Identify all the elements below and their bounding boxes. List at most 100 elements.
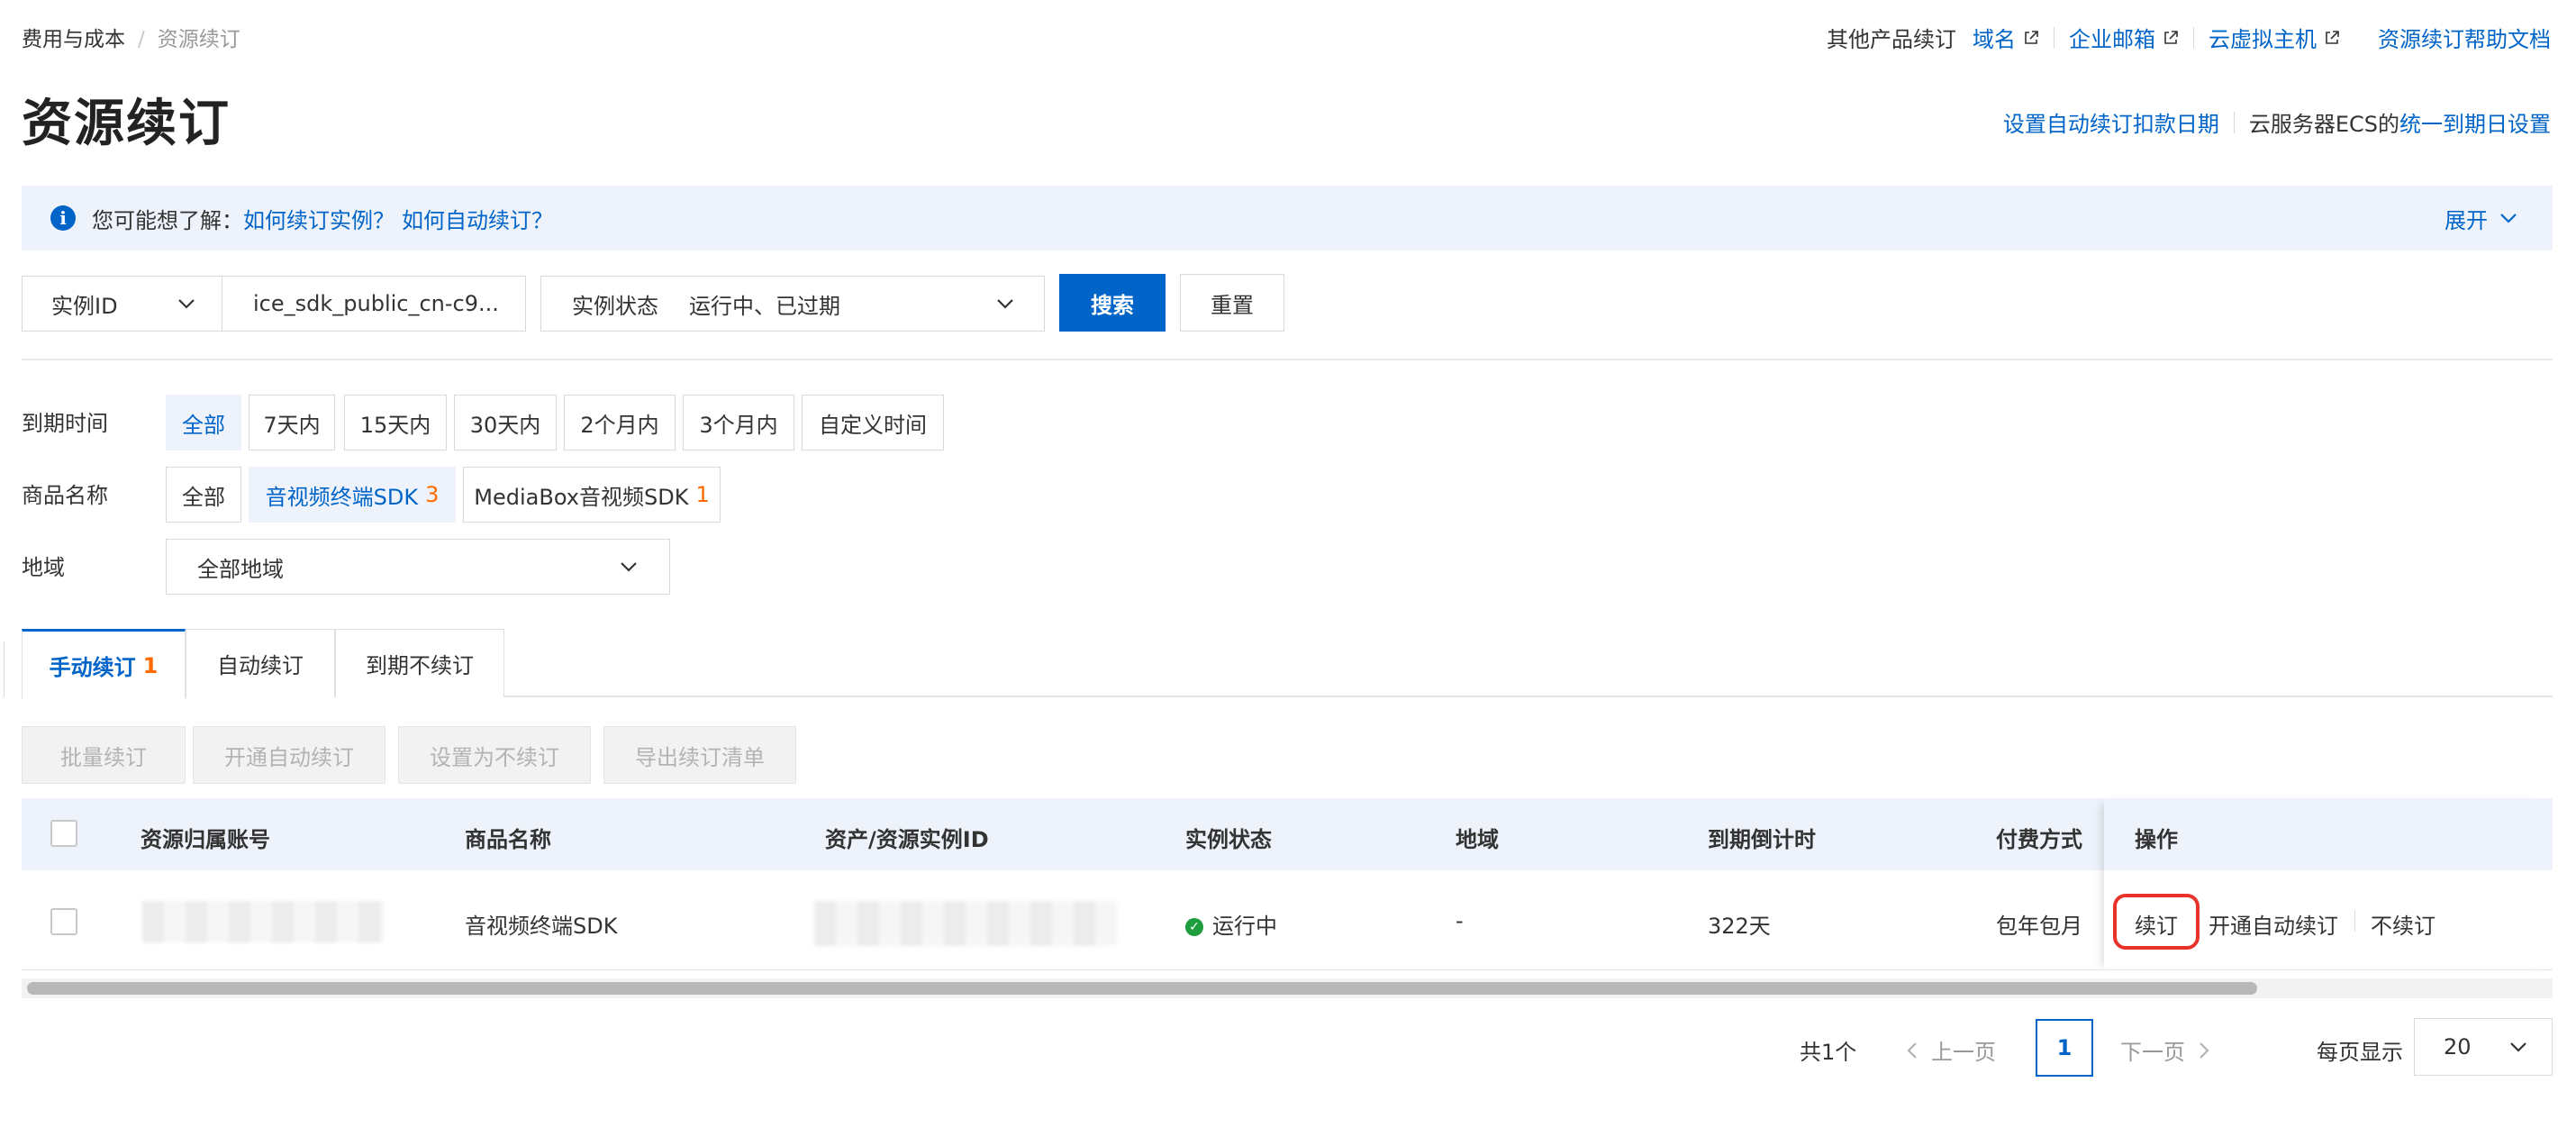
expand-label: 展开: [2444, 207, 2488, 233]
next-page-label: 下一页: [2120, 1040, 2185, 1065]
product-option-mediabox[interactable]: MediaBox音视频SDK 1: [463, 467, 721, 523]
chevron-left-icon: [1907, 1041, 1917, 1059]
row-status: ✓ 运行中: [1185, 908, 1277, 940]
expire-option-3m[interactable]: 3个月内: [683, 395, 794, 450]
divider: [2354, 910, 2355, 932]
search-field-select-value: 实例ID: [51, 293, 118, 319]
unified-expiry-link[interactable]: 统一到期日设置: [2399, 106, 2551, 138]
enable-auto-renew-link[interactable]: 开通自动续订: [2209, 908, 2338, 940]
product-option-sdk-label: 音视频终端SDK: [265, 484, 419, 510]
instance-status-select[interactable]: 实例状态 运行中、已过期: [540, 276, 1045, 332]
how-to-auto-renew-link[interactable]: 如何自动续订？: [402, 203, 553, 234]
column-header-payment: 付费方式: [1996, 827, 2082, 852]
expand-button[interactable]: 展开: [2444, 203, 2520, 234]
auto-deduct-date-link[interactable]: 设置自动续订扣款日期: [2003, 106, 2219, 138]
column-header-instance-id: 资产/资源实例ID: [825, 827, 989, 852]
section-divider: [22, 359, 2553, 360]
tab-auto-renew[interactable]: 自动续订: [186, 629, 335, 697]
banner-prefix: 您可能想了解：: [92, 207, 243, 233]
expire-option-30d[interactable]: 30天内: [454, 395, 557, 450]
renew-highlight-annotation: [2113, 894, 2200, 950]
region-select[interactable]: 全部地域: [166, 539, 670, 595]
enable-auto-renew-button[interactable]: 开通自动续订: [193, 726, 385, 784]
instance-status-label: 实例状态: [572, 293, 658, 319]
region-label: 地域: [22, 555, 65, 580]
instance-id-redacted: [814, 901, 1117, 946]
left-edge-marker: [0, 641, 5, 697]
row-payment: 包年包月: [1996, 914, 2082, 939]
page-title: 资源续订: [22, 95, 231, 153]
divider: [2233, 111, 2235, 133]
external-link-icon: [2025, 30, 2038, 44]
horizontal-scrollbar-thumb[interactable]: [27, 982, 2257, 995]
other-products-label: 其他产品续订: [1827, 27, 1956, 52]
expire-option-all[interactable]: 全部: [166, 395, 241, 450]
row-countdown: 322天: [1708, 914, 1771, 939]
info-banner: i 您可能想了解： 如何续订实例？ 如何自动续订？ 展开: [22, 186, 2553, 250]
ecs-prefix: 云服务器ECS的: [2248, 112, 2399, 137]
chevron-down-icon: [997, 299, 1013, 309]
tab-manual-renew-label: 手动续订: [49, 655, 136, 680]
breadcrumb-separator: /: [138, 28, 145, 51]
page-1-button[interactable]: 1: [2036, 1019, 2093, 1077]
expire-option-2m[interactable]: 2个月内: [564, 395, 676, 450]
divider: [2193, 26, 2194, 49]
tab-manual-renew[interactable]: 手动续订 1: [22, 629, 186, 699]
chevron-down-icon: [621, 562, 637, 572]
row-checkbox[interactable]: [50, 908, 77, 935]
breadcrumb-current: 资源续订: [157, 28, 240, 51]
tab-no-renew[interactable]: 到期不续订: [335, 629, 504, 697]
instance-id-value: ice_sdk_public_cn-c9...: [253, 291, 499, 316]
expire-option-15d[interactable]: 15天内: [344, 395, 447, 450]
help-doc-link[interactable]: 资源续订帮助文档: [2378, 22, 2551, 53]
domain-link[interactable]: 域名: [1973, 22, 2039, 53]
product-option-mediabox-label: MediaBox音视频SDK: [474, 484, 689, 510]
set-no-renew-button[interactable]: 设置为不续订: [398, 726, 591, 784]
product-option-mediabox-count: 1: [695, 482, 710, 507]
column-header-countdown: 到期倒计时: [1708, 827, 1816, 852]
row-product-name: 音视频终端SDK: [465, 914, 618, 939]
instance-status-value: 运行中、已过期: [689, 293, 840, 319]
instance-id-input[interactable]: ice_sdk_public_cn-c9...: [222, 276, 526, 332]
chevron-right-icon: [2200, 1041, 2209, 1059]
tab-manual-renew-count: 1: [142, 652, 159, 678]
expire-option-7d[interactable]: 7天内: [249, 395, 335, 450]
chevron-down-icon: [2500, 214, 2517, 223]
next-page-button[interactable]: 下一页: [2120, 1034, 2214, 1066]
page-size-label: 每页显示: [2317, 1040, 2403, 1065]
no-renew-link[interactable]: 不续订: [2371, 908, 2435, 940]
expire-option-custom[interactable]: 自定义时间: [802, 395, 944, 450]
prev-page-button[interactable]: 上一页: [1902, 1034, 1996, 1066]
mail-link-label: 企业邮箱: [2069, 27, 2155, 52]
product-option-all[interactable]: 全部: [166, 467, 241, 523]
breadcrumb-parent[interactable]: 费用与成本: [22, 28, 125, 51]
column-header-status: 实例状态: [1185, 827, 1272, 852]
search-button[interactable]: 搜索: [1059, 274, 1166, 332]
row-divider: [22, 969, 2553, 970]
column-header-region: 地域: [1456, 827, 1499, 852]
other-products-renewal: 其他产品续订 域名 企业邮箱 云虚拟主机 资源续订帮助文档: [1827, 22, 2551, 53]
settings-links: 设置自动续订扣款日期 云服务器ECS的 统一到期日设置: [2003, 106, 2551, 138]
virtual-host-link-label: 云虚拟主机: [2209, 27, 2317, 52]
column-header-product: 商品名称: [465, 827, 551, 852]
chevron-down-icon: [178, 299, 195, 309]
row-status-label: 运行中: [1212, 914, 1277, 939]
select-all-checkbox[interactable]: [50, 820, 77, 847]
search-field-select[interactable]: 实例ID: [22, 276, 222, 332]
page-size-select[interactable]: 20: [2414, 1018, 2553, 1076]
how-to-renew-link[interactable]: 如何续订实例？: [243, 203, 395, 234]
product-option-sdk-count: 3: [425, 482, 440, 507]
account-redacted: [142, 901, 384, 942]
pagination-total: 共1个: [1800, 1040, 1857, 1065]
virtual-host-link[interactable]: 云虚拟主机: [2209, 22, 2340, 53]
product-option-sdk[interactable]: 音视频终端SDK 3: [249, 467, 456, 523]
info-icon: i: [50, 205, 76, 231]
mail-link[interactable]: 企业邮箱: [2069, 22, 2179, 53]
reset-button[interactable]: 重置: [1180, 274, 1284, 332]
domain-link-label: 域名: [1973, 27, 2016, 52]
export-renew-list-button[interactable]: 导出续订清单: [603, 726, 796, 784]
breadcrumb: 费用与成本 / 资源续订: [22, 22, 240, 52]
batch-renew-button[interactable]: 批量续订: [22, 726, 186, 784]
product-name-label: 商品名称: [22, 483, 108, 508]
page-size-value: 20: [2444, 1034, 2472, 1060]
